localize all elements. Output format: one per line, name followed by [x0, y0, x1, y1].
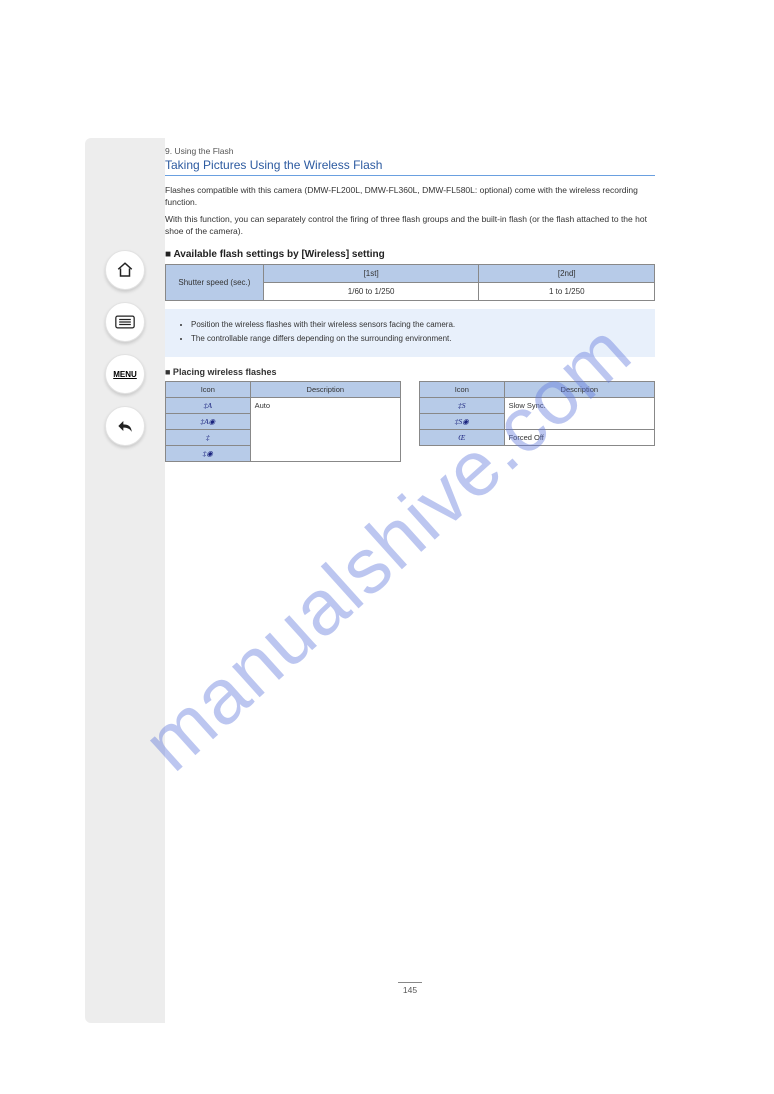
page-title: Taking Pictures Using the Wireless Flash — [165, 158, 655, 172]
flash-icon-cell: ‡A — [166, 398, 251, 414]
flash-icon-cell: ‡ — [166, 430, 251, 446]
title-divider — [165, 175, 655, 176]
flash-table-left: Icon Description ‡A Auto ‡A◉ ‡ ‡◉ — [165, 381, 401, 462]
flash-icon-cell: ‡S◉ — [420, 414, 505, 430]
flash-col-left: Icon Description ‡A Auto ‡A◉ ‡ ‡◉ — [165, 381, 401, 462]
ss-table-corner: Shutter speed (sec.) — [166, 265, 264, 301]
back-button[interactable] — [105, 406, 145, 446]
ss-table-head-1st: [1st] — [263, 265, 479, 283]
flash-heading: ■ Placing wireless flashes — [165, 367, 655, 377]
intro-text: Flashes compatible with this camera (DMW… — [165, 184, 655, 209]
flash-columns: Icon Description ‡A Auto ‡A◉ ‡ ‡◉ Icon D… — [165, 381, 655, 462]
ss-table-head-2nd: [2nd] — [479, 265, 655, 283]
flash-desc-merged: Slow Sync. — [504, 398, 654, 430]
shutter-speed-table: Shutter speed (sec.) [1st] [2nd] 1/60 to… — [165, 264, 655, 301]
flash-left-head-desc: Description — [250, 382, 400, 398]
contents-button[interactable] — [105, 302, 145, 342]
flash-desc-merged: Auto — [250, 398, 400, 462]
ss-cell-2nd: 1 to 1/250 — [479, 283, 655, 301]
note-box: Position the wireless flashes with their… — [165, 309, 655, 357]
menu-label: MENU — [113, 370, 137, 379]
breadcrumb: 9. Using the Flash — [165, 146, 655, 156]
contents-icon — [115, 315, 135, 329]
home-button[interactable] — [105, 250, 145, 290]
flash-desc: Auto — [255, 401, 270, 410]
flash-right-head-desc: Description — [504, 382, 654, 398]
flash-icon-cell: Œ — [420, 430, 505, 446]
flash-desc: Slow Sync. — [509, 401, 546, 410]
home-icon — [116, 261, 134, 279]
main-content: 9. Using the Flash Taking Pictures Using… — [165, 138, 655, 1023]
note-item: Position the wireless flashes with their… — [191, 319, 643, 331]
compat-text: With this function, you can separately c… — [165, 213, 655, 238]
flash-table-right: Icon Description ‡S Slow Sync. ‡S◉ Œ For… — [419, 381, 655, 446]
note-item: The controllable range differs depending… — [191, 333, 643, 345]
flash-icon-cell: ‡A◉ — [166, 414, 251, 430]
flash-right-head-icon: Icon — [420, 382, 505, 398]
page-number: 145 — [398, 982, 422, 995]
flash-col-right: Icon Description ‡S Slow Sync. ‡S◉ Œ For… — [419, 381, 655, 462]
menu-button[interactable]: MENU — [105, 354, 145, 394]
flash-desc-cell: Forced Off — [504, 430, 654, 446]
flash-icon-cell: ‡S — [420, 398, 505, 414]
sidebar: MENU — [85, 138, 165, 1023]
shutter-heading: ■ Available flash settings by [Wireless]… — [165, 249, 655, 260]
flash-left-head-icon: Icon — [166, 382, 251, 398]
flash-icon-cell: ‡◉ — [166, 446, 251, 462]
back-icon — [115, 418, 135, 434]
ss-cell-1st: 1/60 to 1/250 — [263, 283, 479, 301]
